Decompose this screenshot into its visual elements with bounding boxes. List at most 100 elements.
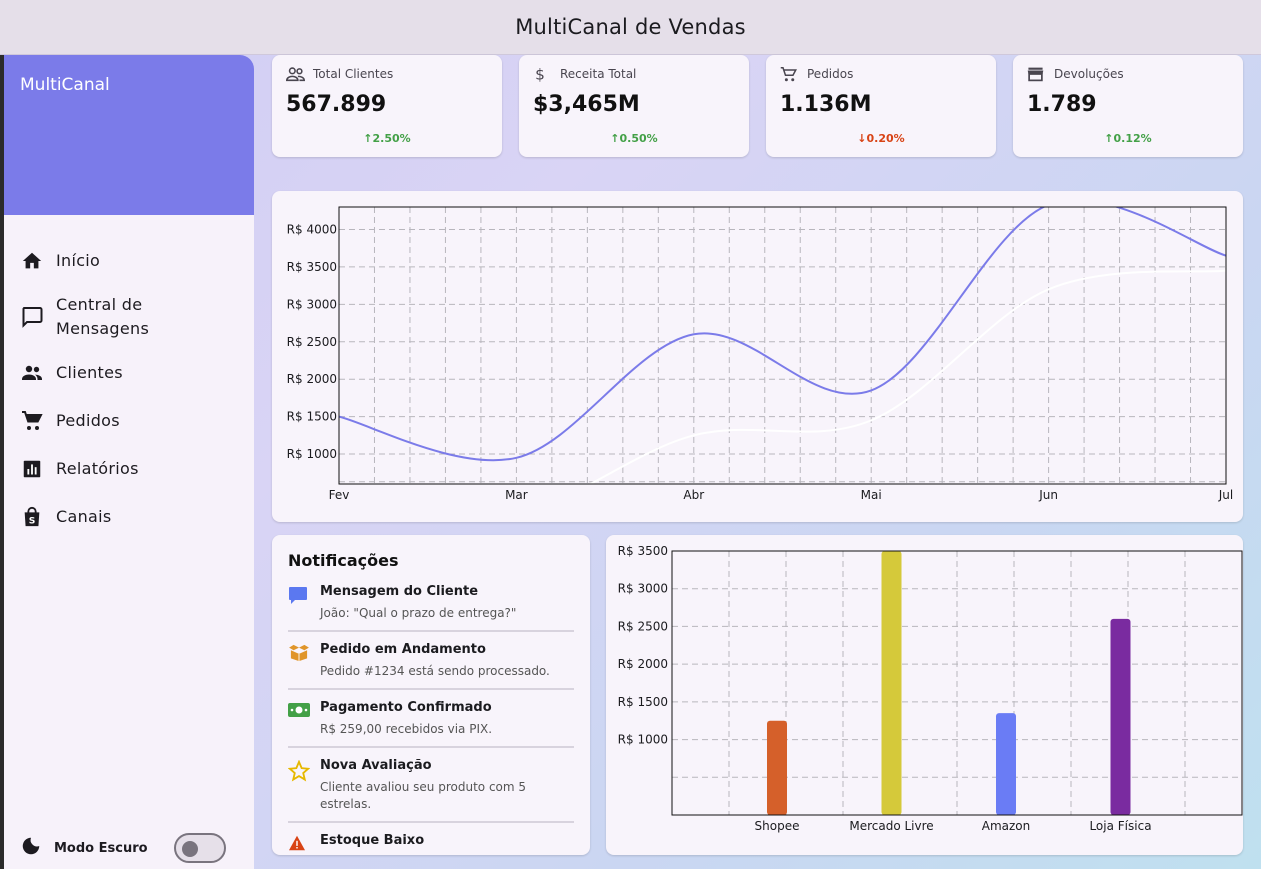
- warning-icon: [288, 833, 312, 855]
- notifications-card: Notificações Mensagem do Cliente João: "…: [272, 535, 590, 855]
- nav-item-inicio[interactable]: Início: [4, 237, 254, 285]
- y-tick-label: R$ 2000: [618, 657, 668, 671]
- x-tick-label: Loja Física: [1089, 819, 1151, 833]
- dollar-icon: $: [533, 65, 553, 83]
- report-icon: [20, 457, 44, 481]
- chat-icon: [20, 305, 44, 329]
- x-tick-label: Jul: [1218, 488, 1233, 502]
- nav-item-clientes[interactable]: Clientes: [4, 349, 254, 397]
- brand-name: MultiCanal: [20, 75, 110, 95]
- dark-mode-row: Modo Escuro: [20, 833, 240, 863]
- y-tick-label: R$ 2500: [287, 335, 337, 349]
- money-icon: [288, 700, 312, 738]
- y-tick-label: R$ 1500: [287, 410, 337, 424]
- nav-label: Central de Mensagens: [56, 295, 150, 338]
- x-tick-label: Jun: [1038, 488, 1058, 502]
- kpi-delta: ↓0.20%: [857, 132, 905, 145]
- y-tick-label: R$ 1000: [618, 733, 668, 747]
- drawer-header: MultiCanal: [4, 55, 254, 215]
- kpi-delta: ↑0.50%: [610, 132, 658, 145]
- nav-item-central-mensagens[interactable]: Central de Mensagens: [4, 285, 254, 349]
- x-tick-label: Abr: [683, 488, 704, 502]
- y-tick-label: R$ 2500: [618, 619, 668, 633]
- kpi-card-receita-total: $ Receita Total $3,465M ↑0.50%: [519, 55, 749, 157]
- kpi-value: 567.899: [286, 92, 387, 117]
- notification-title: Nova Avaliação: [320, 758, 432, 773]
- x-tick-label: Amazon: [982, 819, 1031, 833]
- grid: [672, 550, 1242, 815]
- kpi-label: Pedidos: [807, 67, 854, 81]
- star-icon: [287, 758, 312, 813]
- kpi-delta: ↑2.50%: [363, 132, 411, 145]
- moon-icon: [20, 835, 42, 861]
- series-group: [339, 207, 1226, 484]
- kpi-label: Devoluções: [1054, 67, 1124, 81]
- nav-item-canais[interactable]: S Canais: [4, 493, 254, 541]
- nav-item-pedidos[interactable]: Pedidos: [4, 397, 254, 445]
- kpi-delta: ↑0.12%: [1104, 132, 1152, 145]
- nav-label: Início: [56, 251, 101, 270]
- notification-title: Pagamento Confirmado: [320, 700, 492, 715]
- kpi-card-total-clientes: Total Clientes 567.899 ↑2.50%: [272, 55, 502, 157]
- notification-item[interactable]: Pagamento Confirmado R$ 259,00 recebidos…: [288, 696, 574, 748]
- svg-text:S: S: [29, 515, 36, 526]
- nav-item-relatorios[interactable]: Relatórios: [4, 445, 254, 493]
- notification-desc: Cliente avaliou seu produto com 5 estrel…: [320, 780, 527, 811]
- bar: [996, 713, 1016, 815]
- app-title: MultiCanal de Vendas: [515, 15, 746, 39]
- y-tick-label: R$ 1000: [287, 447, 337, 461]
- y-tick-label: R$ 3000: [618, 582, 668, 596]
- nav-label: Canais: [56, 507, 112, 526]
- kpi-label: Receita Total: [560, 67, 637, 81]
- kpi-value: $3,465M: [533, 92, 640, 117]
- cart-outline-icon: [780, 65, 800, 83]
- store-icon: [1027, 65, 1047, 83]
- notification-item[interactable]: Mensagem do Cliente João: "Qual o prazo …: [288, 580, 574, 632]
- dark-mode-label: Modo Escuro: [54, 840, 148, 856]
- nav-label: Pedidos: [56, 411, 120, 430]
- y-tick-label: R$ 4000: [287, 222, 337, 236]
- message-icon: [288, 584, 312, 622]
- home-icon: [20, 249, 44, 273]
- bar-chart-card: R$ 1000 R$ 1500 R$ 2000 R$ 2500 R$ 3000 R$ 35…: [606, 535, 1243, 855]
- notification-title: Estoque Baixo: [320, 833, 425, 848]
- arrow-up-icon: ↑: [363, 132, 373, 145]
- shop-icon: S: [20, 505, 44, 529]
- notification-item[interactable]: Pedido em Andamento Pedido #1234 está se…: [288, 638, 574, 690]
- x-tick-label: Mar: [505, 488, 528, 502]
- x-tick-label: Fev: [329, 488, 350, 502]
- plot-area: [339, 207, 1226, 484]
- x-tick-label: Mai: [861, 488, 882, 502]
- kpi-card-devolucoes: Devoluções 1.789 ↑0.12%: [1013, 55, 1243, 157]
- notification-title: Pedido em Andamento: [320, 642, 486, 657]
- cart-icon: [20, 409, 44, 433]
- people-outline-icon: [286, 65, 306, 83]
- y-tick-label: R$ 3000: [287, 297, 337, 311]
- kpi-label: Total Clientes: [313, 67, 394, 81]
- people-icon: [20, 361, 44, 385]
- nav-label: Clientes: [56, 363, 123, 382]
- line-chart-card: R$ 1000 R$ 1500 R$ 2000 R$ 2500 R$ 3000 R$ 35…: [272, 191, 1243, 522]
- kpi-value: 1.789: [1027, 92, 1097, 117]
- y-tick-label: R$ 3500: [618, 544, 668, 558]
- toggle-knob: [182, 841, 198, 857]
- y-tick-label: R$ 2000: [287, 372, 337, 386]
- notification-desc: R$ 259,00 recebidos via PIX.: [320, 722, 493, 736]
- notification-item[interactable]: Estoque Baixo: [288, 829, 574, 855]
- navigation-drawer: MultiCanal Início Central de Mensagens C…: [4, 55, 254, 869]
- line-chart: R$ 1000 R$ 1500 R$ 2000 R$ 2500 R$ 3000 R$ 35…: [287, 206, 1233, 502]
- x-tick-label: Mercado Livre: [849, 819, 933, 833]
- notification-item[interactable]: Nova Avaliação Cliente avaliou seu produ…: [287, 754, 574, 823]
- dark-mode-toggle[interactable]: [174, 833, 226, 863]
- bar-chart: R$ 1000 R$ 1500 R$ 2000 R$ 2500 R$ 3000 R$ 35…: [618, 544, 1243, 833]
- nav-label: Relatórios: [56, 459, 139, 478]
- y-tick-label: R$ 3500: [287, 260, 337, 274]
- series-line: [339, 207, 1226, 462]
- series-line: [588, 269, 1226, 484]
- bar: [767, 720, 787, 815]
- notifications-title: Notificações: [288, 551, 399, 570]
- notification-desc: João: "Qual o prazo de entrega?": [320, 606, 517, 620]
- bar: [881, 551, 902, 815]
- box-icon: [288, 642, 312, 680]
- y-tick-label: R$ 1500: [618, 695, 668, 709]
